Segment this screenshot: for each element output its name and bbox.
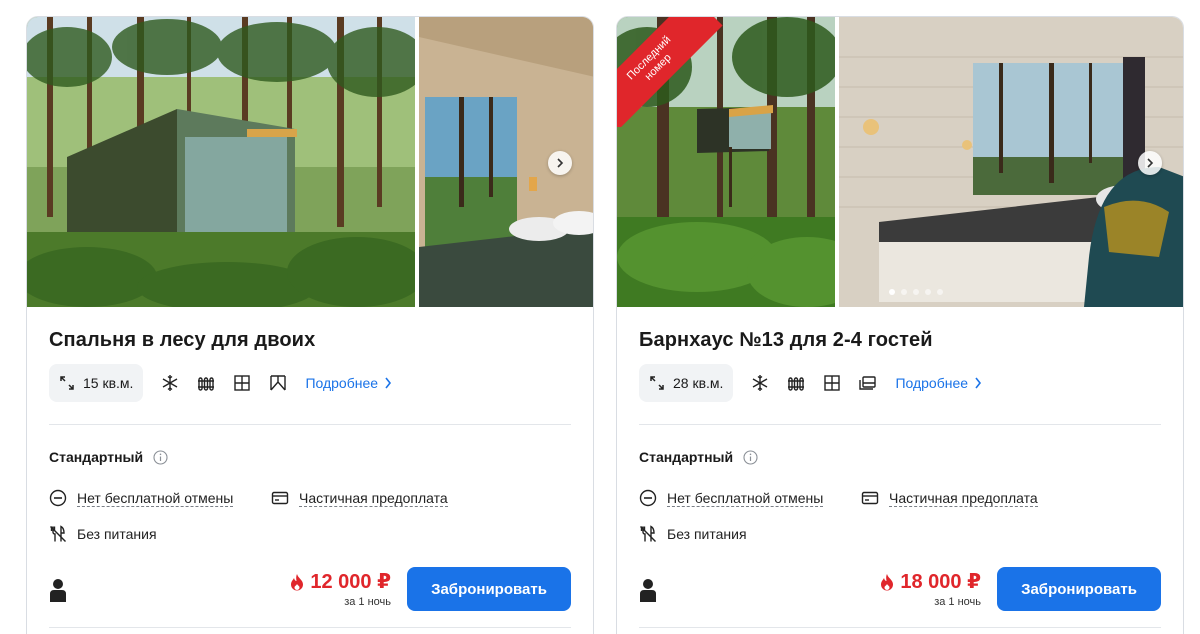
no-food-icon xyxy=(50,525,66,542)
gallery-dot[interactable] xyxy=(925,289,931,295)
cancellation-label: Нет бесплатной отмены xyxy=(77,489,234,507)
divider xyxy=(49,627,571,628)
chevron-right-icon xyxy=(975,377,982,389)
last-room-badge: Последний номер xyxy=(617,17,727,127)
wardrobe-icon xyxy=(823,374,841,392)
features-row: 28 кв.м. Подробнее xyxy=(639,364,982,402)
room-card: Спальня в лесу для двоих 15 кв.м. Подроб… xyxy=(26,16,594,634)
prepayment-policy[interactable]: Частичная предоплата xyxy=(861,489,1038,507)
divider xyxy=(639,627,1161,628)
prepayment-label: Частичная предоплата xyxy=(889,489,1038,507)
tariff-name: Стандартный xyxy=(49,449,168,465)
credit-card-icon xyxy=(861,491,879,505)
expand-icon xyxy=(60,376,74,390)
snowflake-icon xyxy=(161,374,179,392)
chevron-right-icon xyxy=(557,158,564,168)
no-entry-icon xyxy=(639,489,657,507)
gallery-dots xyxy=(889,289,943,295)
meal-plan: Без питания xyxy=(49,525,157,543)
no-food-icon xyxy=(640,525,656,542)
expand-icon xyxy=(650,376,664,390)
price-block: 18 000 ₽ за 1 ночь xyxy=(880,569,981,608)
room-title: Спальня в лесу для двоих xyxy=(49,329,316,351)
price-note: за 1 ночь xyxy=(934,596,981,608)
book-button[interactable]: Забронировать xyxy=(407,567,571,611)
tariff-label: Стандартный xyxy=(49,449,144,465)
photo-gallery[interactable] xyxy=(27,17,593,307)
price-value: 12 000 ₽ xyxy=(310,571,391,593)
cancellation-policy[interactable]: Нет бесплатной отмены xyxy=(49,489,234,507)
gallery-dot[interactable] xyxy=(937,289,943,295)
meal-plan: Без питания xyxy=(639,525,747,543)
price-note: за 1 ночь xyxy=(344,596,391,608)
radiator-icon xyxy=(197,374,215,392)
room-title: Барнхаус №13 для 2-4 гостей xyxy=(639,329,933,351)
chevron-right-icon xyxy=(385,377,392,389)
info-icon[interactable] xyxy=(743,449,758,465)
price-block: 12 000 ₽ за 1 ночь xyxy=(290,569,391,608)
guest-icon xyxy=(50,579,66,602)
room-photo-interior[interactable] xyxy=(839,17,1183,307)
area-value: 15 кв.м. xyxy=(83,375,134,391)
no-entry-icon xyxy=(49,489,67,507)
features-row: 15 кв.м. Подробнее xyxy=(49,364,392,402)
gallery-dot[interactable] xyxy=(889,289,895,295)
details-link-label: Подробнее xyxy=(305,375,379,391)
area-chip: 28 кв.м. xyxy=(639,364,734,402)
fire-icon xyxy=(291,573,304,590)
gallery-dot[interactable] xyxy=(913,289,919,295)
prepayment-policy[interactable]: Частичная предоплата xyxy=(271,489,448,507)
price-value: 18 000 ₽ xyxy=(900,571,981,593)
photo-gallery[interactable]: Последний номер xyxy=(617,17,1183,307)
sofa-bed-icon xyxy=(859,374,877,392)
meal-label: Без питания xyxy=(667,526,747,542)
meal-label: Без питания xyxy=(77,526,157,542)
gallery-dot[interactable] xyxy=(901,289,907,295)
fire-icon xyxy=(881,573,894,590)
details-link[interactable]: Подробнее xyxy=(895,375,982,391)
room-photo-exterior[interactable] xyxy=(27,17,415,307)
tariff-label: Стандартный xyxy=(639,449,734,465)
details-link[interactable]: Подробнее xyxy=(305,375,392,391)
prepayment-label: Частичная предоплата xyxy=(299,489,448,507)
cancellation-policy[interactable]: Нет бесплатной отмены xyxy=(639,489,824,507)
wardrobe-icon xyxy=(233,374,251,392)
snowflake-icon xyxy=(751,374,769,392)
radiator-icon xyxy=(787,374,805,392)
area-value: 28 кв.м. xyxy=(673,375,724,391)
tariff-name: Стандартный xyxy=(639,449,758,465)
price: 12 000 ₽ xyxy=(290,569,391,594)
area-chip: 15 кв.м. xyxy=(49,364,144,402)
badge-label: Последний номер xyxy=(617,17,723,127)
gallery-next-button[interactable] xyxy=(1138,151,1162,175)
room-card: Последний номер Барнхаус №13 для 2-4 гос… xyxy=(616,16,1184,634)
window-icon xyxy=(269,374,287,392)
cancellation-label: Нет бесплатной отмены xyxy=(667,489,824,507)
price: 18 000 ₽ xyxy=(880,569,981,594)
chevron-right-icon xyxy=(1147,158,1154,168)
divider xyxy=(49,424,571,425)
credit-card-icon xyxy=(271,491,289,505)
book-button[interactable]: Забронировать xyxy=(997,567,1161,611)
divider xyxy=(639,424,1161,425)
details-link-label: Подробнее xyxy=(895,375,969,391)
gallery-next-button[interactable] xyxy=(548,151,572,175)
info-icon[interactable] xyxy=(153,449,168,465)
guest-icon xyxy=(640,579,656,602)
